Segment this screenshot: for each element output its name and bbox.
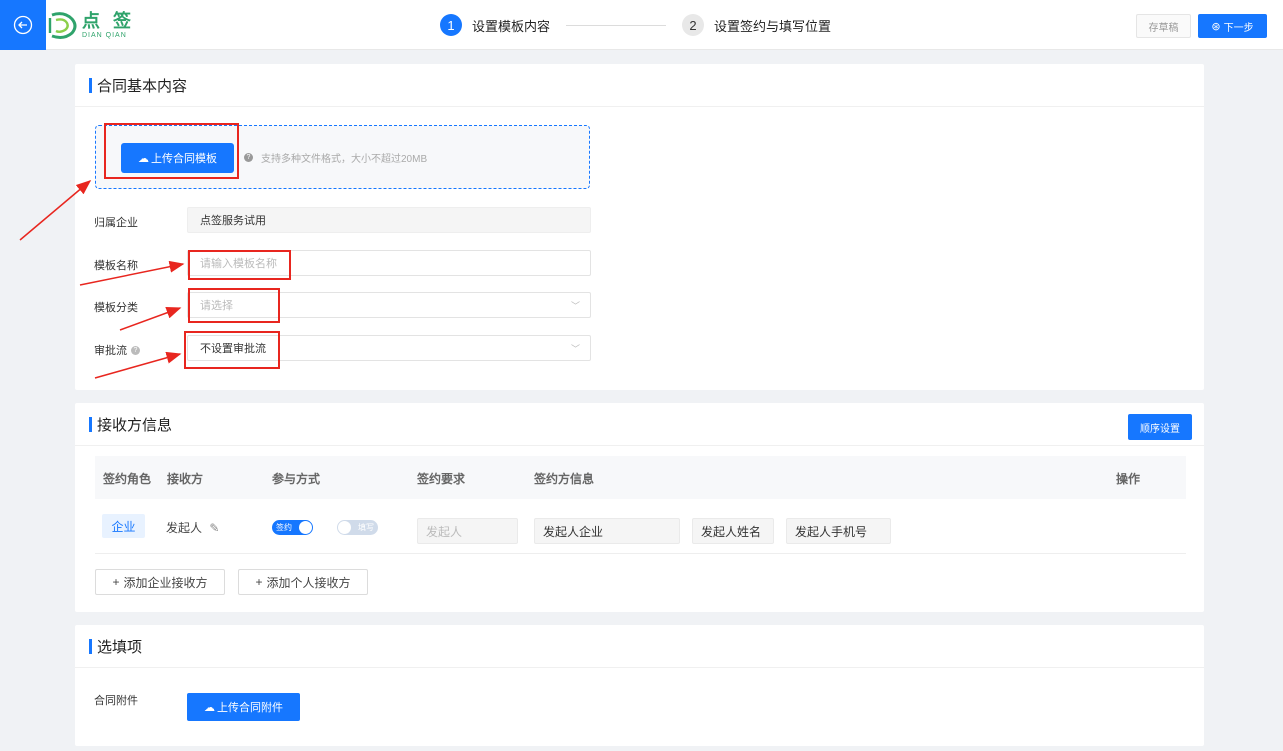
signer-phone-field: 发起人手机号	[786, 518, 891, 544]
add-company-label: 添加企业接收方	[123, 575, 208, 590]
plus-icon: +	[255, 575, 263, 589]
column-header: 接收方	[167, 472, 204, 486]
sign-toggle-label: 签约	[276, 523, 292, 532]
column-header: 签约要求	[417, 472, 466, 486]
back-button[interactable]	[0, 0, 46, 50]
company-info-field: 发起人企业	[534, 518, 680, 544]
title-accent-bar	[89, 638, 92, 654]
logo-subtext: DIAN QIAN	[82, 31, 127, 39]
column-header: 操作	[1116, 472, 1141, 486]
optional-card: 选填项 合同附件 ☁ 上传合同附件	[75, 625, 1204, 746]
step-1-number: 1	[440, 14, 462, 36]
add-person-label: 添加个人接收方	[266, 575, 351, 590]
upload-hint-text: 支持多种文件格式，大小不超过20MB	[261, 154, 428, 165]
step-divider	[566, 24, 667, 26]
add-company-recipient-button[interactable]: + 添加企业接收方	[95, 569, 225, 595]
upload-attachment-button[interactable]: ☁ 上传合同附件	[187, 693, 300, 721]
logo-text: 点 签	[82, 10, 136, 31]
template-category-label: 模板分类	[94, 302, 138, 314]
cloud-upload-icon: ☁	[204, 701, 215, 714]
add-person-recipient-button[interactable]: + 添加个人接收方	[238, 569, 368, 595]
column-header: 参与方式	[272, 472, 321, 486]
step-1-label: 设置模板内容	[472, 18, 551, 34]
step-2-number: 2	[682, 14, 705, 36]
recipients-card: 接收方信息 顺序设置 签约角色 接收方 参与方式 签约要求 签约方信息 操作 企…	[75, 403, 1204, 612]
fill-toggle[interactable]: 填写	[337, 520, 378, 535]
logo: 点 签 DIAN QIAN	[48, 8, 135, 42]
approval-label: 审批流	[94, 345, 127, 357]
annotation-box	[188, 250, 291, 280]
step-2-label: 设置签约与填写位置	[714, 18, 832, 34]
next-step-button[interactable]: ⊛ 下一步	[1198, 14, 1267, 38]
step-indicator: 1 设置模板内容 2 设置签约与填写位置	[440, 14, 831, 36]
order-settings-button[interactable]: 顺序设置	[1128, 414, 1192, 440]
fill-toggle-label: 填写	[358, 523, 374, 532]
top-bar: 点 签 DIAN QIAN 1 设置模板内容 2 设置签约与填写位置 存草稿 ⊛…	[0, 0, 1283, 50]
role-tag: 企业	[102, 514, 145, 538]
save-draft-button[interactable]: 存草稿	[1136, 14, 1191, 38]
optional-title: 选填项	[97, 638, 143, 656]
annotation-box	[184, 331, 280, 369]
arrow-right-circle-icon: ⊛	[1211, 20, 1221, 33]
upload-attachment-label: 上传合同附件	[217, 702, 283, 714]
edit-pencil-icon[interactable]: ✎	[209, 521, 219, 535]
help-icon: ?	[244, 153, 253, 162]
title-accent-bar	[89, 77, 92, 93]
basic-info-card: 合同基本内容 ☁ 上传合同模板 ? 支持多种文件格式，大小不超过20MB 归属企…	[75, 64, 1204, 390]
signer-name-field: 发起人姓名	[692, 518, 774, 544]
chevron-down-icon: ﹀	[570, 301, 580, 311]
column-header: 签约角色	[103, 472, 152, 486]
chevron-down-icon: ﹀	[570, 344, 580, 354]
logo-mark-icon	[48, 12, 77, 39]
requirement-field: 发起人	[417, 518, 518, 544]
company-field: 点签服务试用	[187, 207, 591, 233]
title-accent-bar	[89, 416, 92, 432]
column-header: 签约方信息	[534, 472, 595, 486]
annotation-box	[188, 288, 280, 323]
plus-icon: +	[112, 575, 120, 589]
attachment-label: 合同附件	[94, 695, 138, 707]
basic-info-title: 合同基本内容	[97, 77, 188, 95]
next-step-label: 下一步	[1223, 22, 1254, 34]
back-arrow-icon	[13, 15, 33, 35]
template-name-label: 模板名称	[94, 260, 138, 272]
recipient-name: 发起人	[166, 521, 203, 535]
company-label: 归属企业	[94, 217, 138, 229]
sign-toggle[interactable]: 签约	[272, 520, 313, 535]
table-row: 企业 发起人 ✎ 签约 填写 发起人 发起人企业 发起人姓名 发起人手机号	[95, 499, 1186, 554]
recipients-title: 接收方信息	[97, 416, 173, 434]
table-header: 签约角色 接收方 参与方式 签约要求 签约方信息 操作	[95, 456, 1186, 499]
help-icon[interactable]: ?	[131, 345, 140, 355]
annotation-box	[104, 123, 239, 179]
